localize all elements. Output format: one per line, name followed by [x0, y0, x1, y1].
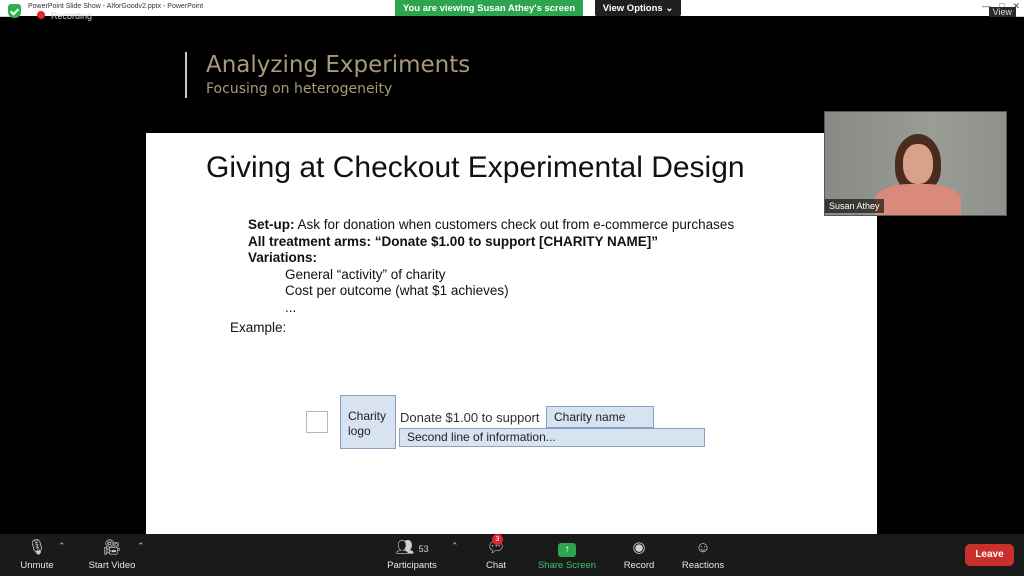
reactions-button[interactable]: ☺︎ Reactions — [678, 534, 728, 576]
participant-video[interactable]: Susan Athey — [824, 111, 1007, 216]
record-icon: ◉ — [632, 539, 646, 556]
share-screen-icon: ↑ — [536, 539, 598, 557]
share-screen-label: Share Screen — [537, 560, 597, 571]
participants-count: 53 — [418, 544, 429, 554]
slide-content: Set-up: Ask for donation when customers … — [248, 217, 734, 316]
participants-button[interactable]: 👥︎ 53 Participants — [384, 534, 440, 576]
meeting-toolbar: 🎙︎ Unmute ⌃ 🎥︎ Start Video ⌃ 👥︎ 53 Parti… — [0, 534, 1024, 576]
record-label: Record — [623, 560, 655, 571]
logo-line2: logo — [348, 424, 371, 438]
treatment-text: All treatment arms: “Donate $1.00 to sup… — [248, 233, 659, 249]
video-person-face — [903, 144, 933, 184]
participants-label: Participants — [387, 560, 437, 571]
unmute-label: Unmute — [20, 560, 54, 571]
participant-name: Susan Athey — [825, 199, 884, 213]
chat-badge: 3 — [492, 534, 503, 545]
mock-charity-name: Charity name — [546, 406, 654, 428]
view-options-label: View Options — [602, 3, 663, 14]
chat-label: Chat — [485, 560, 507, 571]
mock-checkbox — [306, 411, 328, 433]
setup-text: Ask for donation when customers check ou… — [294, 217, 735, 232]
recording-icon — [37, 11, 45, 19]
start-video-button[interactable]: 🎥︎ Start Video — [84, 534, 140, 576]
view-options-button[interactable]: View Options ⌄ — [595, 0, 681, 17]
variation-item: ... — [285, 299, 297, 315]
title-divider — [185, 52, 187, 98]
mock-second-line: Second line of information... — [399, 428, 705, 447]
muted-microphone-icon: 🎙︎ — [27, 539, 47, 556]
video-person-body — [875, 184, 961, 215]
slide-deck-title: Analyzing Experiments — [206, 52, 471, 78]
variations-label: Variations: — [248, 250, 734, 267]
window-title: PowerPoint Slide Show - AIforGoodv2.pptx… — [28, 3, 204, 10]
start-video-label: Start Video — [88, 560, 136, 571]
unmute-button[interactable]: 🎙︎ Unmute — [12, 534, 62, 576]
participants-icon: 👥︎ 53 — [395, 539, 429, 556]
variation-item: General “activity” of charity — [285, 266, 446, 282]
share-screen-button[interactable]: ↑ Share Screen — [536, 534, 598, 576]
chat-button[interactable]: 💬︎ 3 Chat — [476, 534, 516, 576]
video-options-chevron-icon[interactable]: ⌃ — [137, 541, 145, 552]
variations-label-text: Variations: — [248, 250, 318, 265]
participants-chevron-icon[interactable]: ⌃ — [451, 541, 459, 552]
slide: Giving at Checkout Experimental Design S… — [146, 133, 877, 534]
logo-line1: Charity — [348, 409, 387, 423]
record-button[interactable]: ◉ Record — [618, 534, 660, 576]
viewing-screen-banner: You are viewing Susan Athey's screen — [395, 0, 583, 17]
example-label: Example: — [230, 320, 287, 335]
chevron-down-icon: ⌄ — [665, 3, 674, 14]
view-button[interactable]: View — [988, 7, 1016, 17]
mock-charity-logo: Charity logo — [340, 395, 396, 449]
audio-options-chevron-icon[interactable]: ⌃ — [58, 541, 66, 552]
slide-heading: Giving at Checkout Experimental Design — [206, 151, 745, 184]
treatment-line: All treatment arms: “Donate $1.00 to sup… — [248, 234, 734, 251]
setup-line: Set-up: Ask for donation when customers … — [248, 217, 734, 234]
variation-item: Cost per outcome (what $1 achieves) — [285, 283, 509, 298]
reactions-label: Reactions — [681, 560, 725, 571]
slide-deck-subtitle: Focusing on heterogeneity — [206, 81, 393, 97]
recording-label: Recording — [51, 11, 93, 21]
security-shield-icon[interactable] — [8, 4, 21, 18]
mock-donate-text: Donate $1.00 to support — [400, 410, 540, 425]
leave-button[interactable]: Leave — [965, 544, 1014, 566]
video-off-icon: 🎥︎ — [102, 539, 122, 556]
reactions-icon: ☺︎ — [695, 539, 711, 556]
setup-label: Set-up: — [248, 217, 295, 232]
